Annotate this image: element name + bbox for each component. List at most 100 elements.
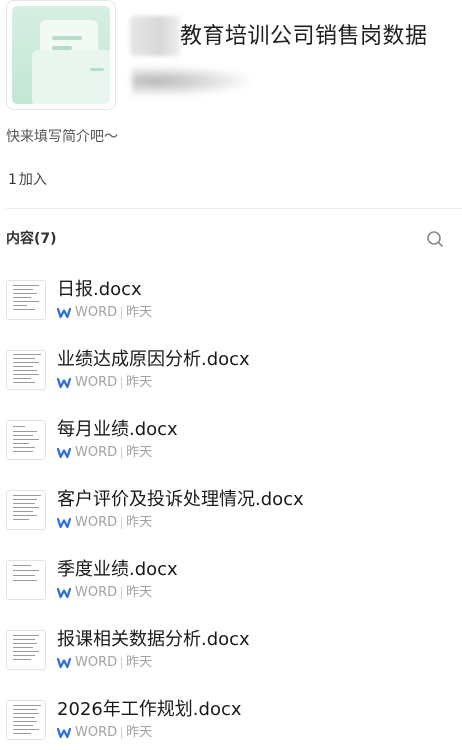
file-type: WORD (75, 515, 118, 530)
file-type: WORD (75, 725, 118, 740)
thumbnail-text-line (13, 647, 33, 648)
file-time: 昨天 (126, 655, 153, 670)
word-icon (57, 307, 71, 319)
thumbnail-text-line (13, 309, 35, 310)
word-icon (57, 657, 71, 669)
file-name: 报课相关数据分析.docx (57, 629, 250, 650)
blurred-title-prefix (130, 16, 180, 56)
thumbnail-text-line (13, 580, 37, 581)
file-time: 昨天 (126, 375, 153, 390)
meta-separator (121, 726, 123, 739)
file-item[interactable]: 业绩达成原因分析.docx WORD 昨天 (6, 349, 462, 420)
word-icon (57, 517, 71, 529)
file-time: 昨天 (126, 515, 153, 530)
file-type: WORD (75, 655, 118, 670)
member-count-number: 1 (8, 172, 17, 188)
thumbnail-text-line (13, 451, 33, 452)
divider (6, 208, 462, 209)
content-count-label: 内容(7) (6, 231, 57, 247)
thumbnail-text-line (13, 705, 41, 706)
thumbnail-text-line (13, 382, 35, 383)
thumbnail-text-line (13, 709, 37, 710)
file-name: 业绩达成原因分析.docx (57, 349, 250, 370)
member-count[interactable]: 1 加入 (8, 169, 47, 189)
thumbnail-text-line (13, 285, 39, 286)
file-list: 日报.docx WORD 昨天 业绩达成原因分析.docx WORD 昨天 每月业绩… (6, 279, 462, 750)
document-thumbnail-icon (6, 280, 46, 320)
meta-separator (121, 446, 123, 459)
file-name: 季度业绩.docx (57, 559, 178, 580)
meta-separator (121, 586, 123, 599)
meta-separator (121, 516, 123, 529)
thumbnail-text-line (13, 651, 39, 652)
thumbnail-text-line (13, 659, 31, 660)
meta-separator (121, 376, 123, 389)
thumbnail-text-line (13, 511, 33, 512)
word-icon (57, 377, 71, 389)
blurred-owner-name (132, 66, 250, 96)
thumbnail-text-line (13, 507, 39, 508)
thumbnail-text-line (13, 443, 29, 444)
search-icon[interactable] (424, 228, 446, 250)
file-name: 2026年工作规划.docx (57, 699, 242, 720)
group-cover-image[interactable] (6, 0, 116, 110)
meta-separator (121, 306, 123, 319)
thumbnail-text-line (13, 378, 31, 379)
thumbnail-text-line (13, 354, 41, 355)
thumbnail-text-line (13, 439, 39, 440)
thumbnail-text-line (13, 495, 41, 496)
file-item[interactable]: 2026年工作规划.docx WORD 昨天 (6, 699, 462, 750)
thumbnail-text-line (13, 635, 39, 636)
thumbnail-text-line (13, 729, 39, 730)
file-meta: WORD 昨天 (57, 585, 152, 601)
group-intro[interactable]: 快来填写简介吧～ (6, 126, 118, 146)
file-time: 昨天 (126, 445, 153, 460)
word-icon (57, 727, 71, 739)
thumbnail-text-line (13, 499, 37, 500)
thumbnail-text-line (13, 305, 27, 306)
thumbnail-text-line (13, 717, 35, 718)
thumbnail-text-line (13, 519, 29, 520)
file-item[interactable]: 季度业绩.docx WORD 昨天 (6, 559, 462, 630)
thumbnail-text-line (13, 358, 35, 359)
word-icon (57, 587, 71, 599)
file-item[interactable]: 报课相关数据分析.docx WORD 昨天 (6, 629, 462, 700)
thumbnail-text-line (13, 643, 37, 644)
thumbnail-text-line (13, 503, 35, 504)
thumbnail-text-line (13, 297, 31, 298)
thumbnail-text-line (13, 435, 33, 436)
thumbnail-text-line (13, 713, 39, 714)
member-count-label: 加入 (18, 172, 47, 188)
content-section-header: 内容(7) (6, 228, 446, 250)
group-header: 教育培训公司销售岗数据 (0, 0, 462, 110)
file-item[interactable]: 每月业绩.docx WORD 昨天 (6, 419, 462, 490)
document-thumbnail-icon (6, 490, 46, 530)
file-meta: WORD 昨天 (57, 515, 152, 531)
thumbnail-text-line (13, 733, 31, 734)
thumbnail-text-line (13, 431, 37, 432)
thumbnail-text-line (13, 447, 35, 448)
thumbnail-text-line (13, 301, 39, 302)
file-meta: WORD 昨天 (57, 375, 152, 391)
thumbnail-text-line (13, 374, 39, 375)
file-type: WORD (75, 445, 118, 460)
thumbnail-text-line (13, 639, 35, 640)
thumbnail-text-line (13, 362, 39, 363)
file-item[interactable]: 客户评价及投诉处理情况.docx WORD 昨天 (6, 489, 462, 560)
thumbnail-text-line (13, 289, 33, 290)
file-item[interactable]: 日报.docx WORD 昨天 (6, 279, 462, 350)
document-thumbnail-icon (6, 420, 46, 460)
file-name: 每月业绩.docx (57, 419, 178, 440)
thumbnail-text-line (13, 570, 39, 571)
thumbnail-text-line (13, 426, 25, 427)
thumbnail-text-line (13, 565, 31, 566)
file-type: WORD (75, 585, 118, 600)
file-time: 昨天 (126, 725, 153, 740)
thumbnail-text-line (13, 366, 33, 367)
thumbnail-text-line (13, 515, 37, 516)
thumbnail-text-line (13, 655, 35, 656)
file-type: WORD (75, 375, 118, 390)
file-meta: WORD 昨天 (57, 725, 152, 741)
file-name: 客户评价及投诉处理情况.docx (57, 489, 304, 510)
thumbnail-text-line (13, 725, 33, 726)
